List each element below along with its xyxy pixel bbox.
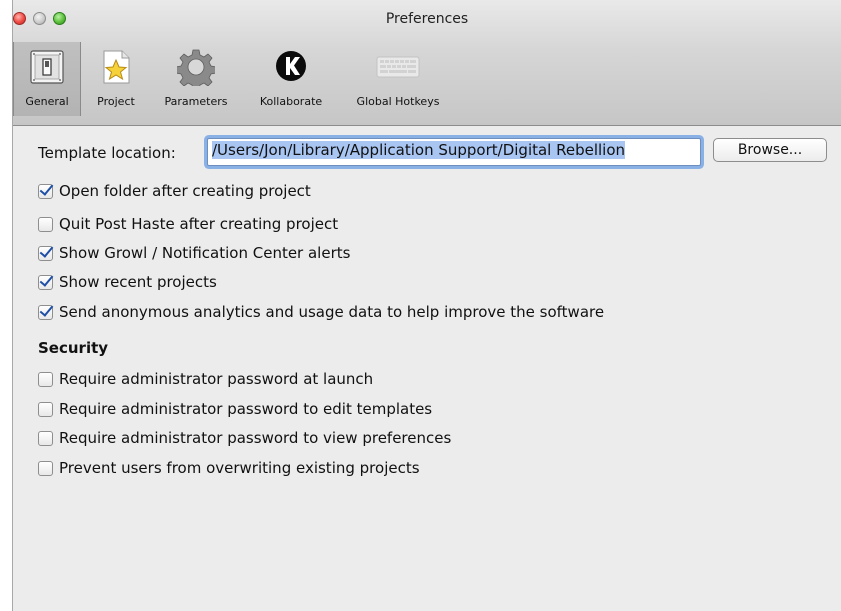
preferences-window: Preferences General Project Parameters K… [12, 0, 841, 611]
prevent-overwrite-checkbox[interactable] [38, 460, 53, 476]
tab-global-hotkeys-label: Global Hotkeys [356, 95, 440, 108]
template-location-field[interactable]: /Users/Jon/Library/Application Support/D… [207, 138, 701, 166]
option-password-launch[interactable]: Require administrator password at launch [38, 370, 373, 388]
template-location-value: /Users/Jon/Library/Application Support/D… [212, 141, 626, 159]
option-show-growl[interactable]: Show Growl / Notification Center alerts [38, 244, 350, 262]
tab-kollaborate-label: Kollaborate [259, 95, 323, 108]
tab-parameters-label: Parameters [164, 95, 228, 108]
template-location-label: Template location: [38, 144, 176, 162]
show-recent-checkbox[interactable] [38, 274, 53, 290]
open-folder-checkbox[interactable] [38, 183, 53, 199]
browse-button[interactable]: Browse... [713, 138, 827, 162]
quit-post-haste-checkbox[interactable] [38, 216, 53, 232]
password-launch-checkbox[interactable] [38, 371, 53, 387]
tab-project-label: Project [97, 95, 135, 108]
option-label: Show Growl / Notification Center alerts [59, 244, 351, 262]
option-label: Require administrator password to edit t… [59, 400, 433, 418]
star-document-icon [103, 50, 130, 84]
option-open-folder[interactable]: Open folder after creating project [38, 182, 311, 200]
option-label: Open folder after creating project [59, 182, 311, 200]
keyboard-icon [376, 56, 420, 78]
tab-general[interactable]: General [13, 42, 81, 116]
tab-project[interactable]: Project [86, 42, 146, 116]
tab-general-label: General [25, 95, 69, 108]
option-show-recent[interactable]: Show recent projects [38, 273, 217, 291]
tab-global-hotkeys[interactable]: Global Hotkeys [343, 42, 453, 116]
tab-kollaborate[interactable]: Kollaborate [243, 42, 339, 116]
password-templates-checkbox[interactable] [38, 401, 53, 417]
option-analytics[interactable]: Send anonymous analytics and usage data … [38, 303, 604, 321]
option-label: Require administrator password at launch [59, 370, 374, 388]
password-preferences-checkbox[interactable] [38, 430, 53, 446]
analytics-checkbox[interactable] [38, 304, 53, 320]
option-label: Quit Post Haste after creating project [59, 215, 339, 233]
show-growl-checkbox[interactable] [38, 245, 53, 261]
security-heading: Security [38, 339, 109, 357]
gear-icon [177, 49, 215, 86]
option-quit-post-haste[interactable]: Quit Post Haste after creating project [38, 215, 338, 233]
option-prevent-overwrite[interactable]: Prevent users from overwriting existing … [38, 459, 420, 477]
option-label: Prevent users from overwriting existing … [59, 459, 420, 477]
option-password-templates[interactable]: Require administrator password to edit t… [38, 400, 432, 418]
switch-icon [30, 50, 64, 84]
kollaborate-logo-icon [276, 51, 306, 81]
option-label: Show recent projects [59, 273, 217, 291]
title-bar: Preferences General Project Parameters K… [13, 0, 841, 126]
option-password-preferences[interactable]: Require administrator password to view p… [38, 429, 451, 447]
option-label: Require administrator password to view p… [59, 429, 452, 447]
tab-parameters[interactable]: Parameters [153, 42, 239, 116]
option-label: Send anonymous analytics and usage data … [59, 303, 605, 321]
window-title: Preferences [385, 11, 469, 27]
general-pane: Template location: /Users/Jon/Library/Ap… [13, 126, 841, 611]
